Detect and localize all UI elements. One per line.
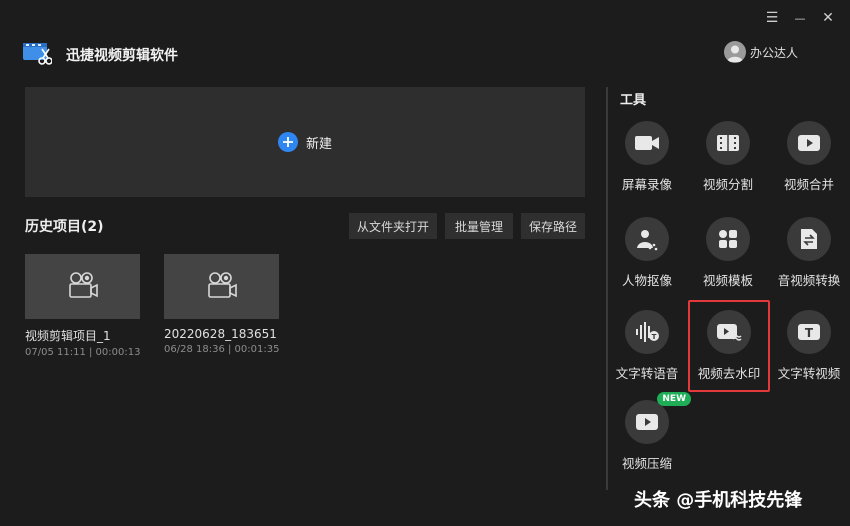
window-controls: ☰ — ✕ bbox=[764, 10, 836, 26]
film-split-icon bbox=[706, 121, 750, 165]
tool-label: 视频压缩 bbox=[621, 456, 672, 471]
tool-video-split[interactable]: 视频分割 bbox=[687, 121, 769, 193]
tool-label: 视频去水印 bbox=[697, 366, 761, 381]
plus-icon bbox=[277, 132, 298, 152]
project-meta: 07/05 11:11 | 00:00:13 bbox=[25, 347, 141, 358]
video-camera-icon bbox=[206, 270, 238, 304]
video-camera-icon bbox=[67, 270, 99, 304]
app-logo-icon bbox=[22, 40, 53, 70]
tools-title: 工具 bbox=[620, 93, 647, 108]
tool-label: 屏幕录像 bbox=[621, 177, 672, 192]
tool-label: 音视频转换 bbox=[777, 273, 841, 288]
project-card[interactable]: 视频剪辑项目_1 07/05 11:11 | 00:00:13 bbox=[25, 254, 140, 358]
text-to-speech-icon: T bbox=[625, 310, 669, 354]
tool-video-template[interactable]: 视频模板 bbox=[687, 217, 769, 289]
person-cutout-icon bbox=[625, 217, 669, 261]
svg-text:T: T bbox=[652, 333, 657, 341]
project-name: 20220628_183651 bbox=[164, 327, 277, 341]
tool-av-convert[interactable]: 音视频转换 bbox=[768, 217, 850, 289]
save-path-button[interactable]: 保存路径 bbox=[521, 213, 585, 239]
batch-manage-button[interactable]: 批量管理 bbox=[445, 213, 513, 239]
tool-screen-record[interactable]: 屏幕录像 bbox=[606, 121, 688, 193]
tool-label: 文字转视频 bbox=[777, 366, 841, 381]
tool-person-cutout[interactable]: 人物抠像 bbox=[606, 217, 688, 289]
user-name[interactable]: 办公达人 bbox=[750, 44, 798, 61]
tool-video-merge[interactable]: 视频合并 bbox=[768, 121, 850, 193]
user-profile[interactable]: 办公达人 bbox=[724, 41, 798, 63]
avatar[interactable] bbox=[724, 41, 746, 63]
new-project-label: 新建 bbox=[305, 136, 332, 152]
minimize-icon[interactable]: — bbox=[792, 10, 808, 26]
tool-label: 视频合并 bbox=[783, 177, 834, 192]
video-play-icon bbox=[787, 121, 831, 165]
project-name: 视频剪辑项目_1 bbox=[25, 329, 111, 343]
close-icon[interactable]: ✕ bbox=[820, 10, 836, 26]
project-meta: 06/28 18:36 | 00:01:35 bbox=[164, 344, 280, 355]
tool-video-compress[interactable]: NEW 视频压缩 bbox=[606, 392, 691, 472]
menu-icon[interactable]: ☰ bbox=[764, 10, 780, 26]
template-grid-icon bbox=[706, 217, 750, 261]
tool-label: 视频模板 bbox=[702, 273, 753, 288]
app-brand: 迅捷视频剪辑软件 bbox=[22, 40, 178, 70]
app-title: 迅捷视频剪辑软件 bbox=[66, 48, 178, 64]
project-card[interactable]: 20220628_183651 06/28 18:36 | 00:01:35 bbox=[164, 254, 279, 355]
remove-watermark-icon bbox=[707, 310, 751, 354]
tool-text-to-speech[interactable]: T 文字转语音 bbox=[606, 310, 688, 382]
tool-label: 人物抠像 bbox=[621, 273, 672, 288]
open-folder-button[interactable]: 从文件夹打开 bbox=[349, 213, 437, 239]
compress-video-icon: NEW bbox=[625, 392, 691, 444]
new-project-button[interactable]: 新建 bbox=[25, 87, 585, 197]
new-badge: NEW bbox=[657, 392, 691, 406]
watermark-text: 头条 @手机科技先锋 bbox=[634, 490, 803, 511]
convert-icon bbox=[787, 217, 831, 261]
project-thumbnail[interactable] bbox=[164, 254, 279, 319]
tool-label: 文字转语音 bbox=[615, 366, 679, 381]
tool-remove-watermark[interactable]: 视频去水印 bbox=[688, 300, 770, 392]
tool-text-to-video[interactable]: T 文字转视频 bbox=[768, 310, 850, 382]
text-to-video-icon: T bbox=[787, 310, 831, 354]
camera-icon bbox=[625, 121, 669, 165]
tool-label: 视频分割 bbox=[702, 177, 753, 192]
project-thumbnail[interactable] bbox=[25, 254, 140, 319]
history-title: 历史项目(2) bbox=[25, 219, 104, 235]
svg-text:T: T bbox=[805, 326, 814, 340]
